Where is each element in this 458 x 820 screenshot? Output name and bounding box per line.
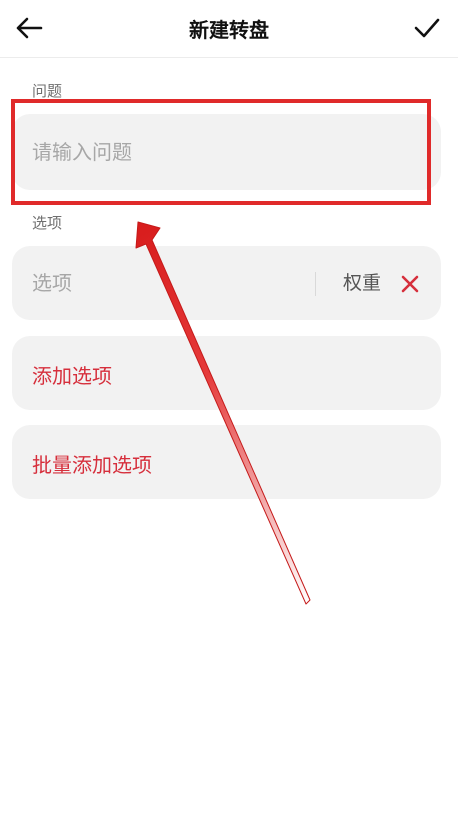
top-bar: 新建转盘 xyxy=(0,0,458,58)
batch-add-options-button[interactable]: 批量添加选项 xyxy=(12,425,441,499)
add-option-button[interactable]: 添加选项 xyxy=(12,336,441,410)
options-section-label: 选项 xyxy=(32,214,63,232)
question-card xyxy=(12,114,441,190)
option-name-input[interactable] xyxy=(32,246,302,320)
option-divider xyxy=(315,272,316,296)
question-section-label: 问题 xyxy=(32,82,63,100)
confirm-button[interactable] xyxy=(408,10,446,46)
add-option-label: 添加选项 xyxy=(32,364,112,388)
close-icon xyxy=(401,275,419,293)
batch-add-options-label: 批量添加选项 xyxy=(32,453,152,477)
question-input[interactable] xyxy=(32,114,412,190)
option-weight-input[interactable] xyxy=(327,246,397,320)
new-wheel-page: 新建转盘 问题 选项 添加选项 批量添加选项 xyxy=(0,0,458,820)
remove-option-button[interactable] xyxy=(396,270,424,298)
option-row xyxy=(12,246,441,320)
page-title: 新建转盘 xyxy=(189,18,269,42)
check-icon xyxy=(414,18,440,38)
